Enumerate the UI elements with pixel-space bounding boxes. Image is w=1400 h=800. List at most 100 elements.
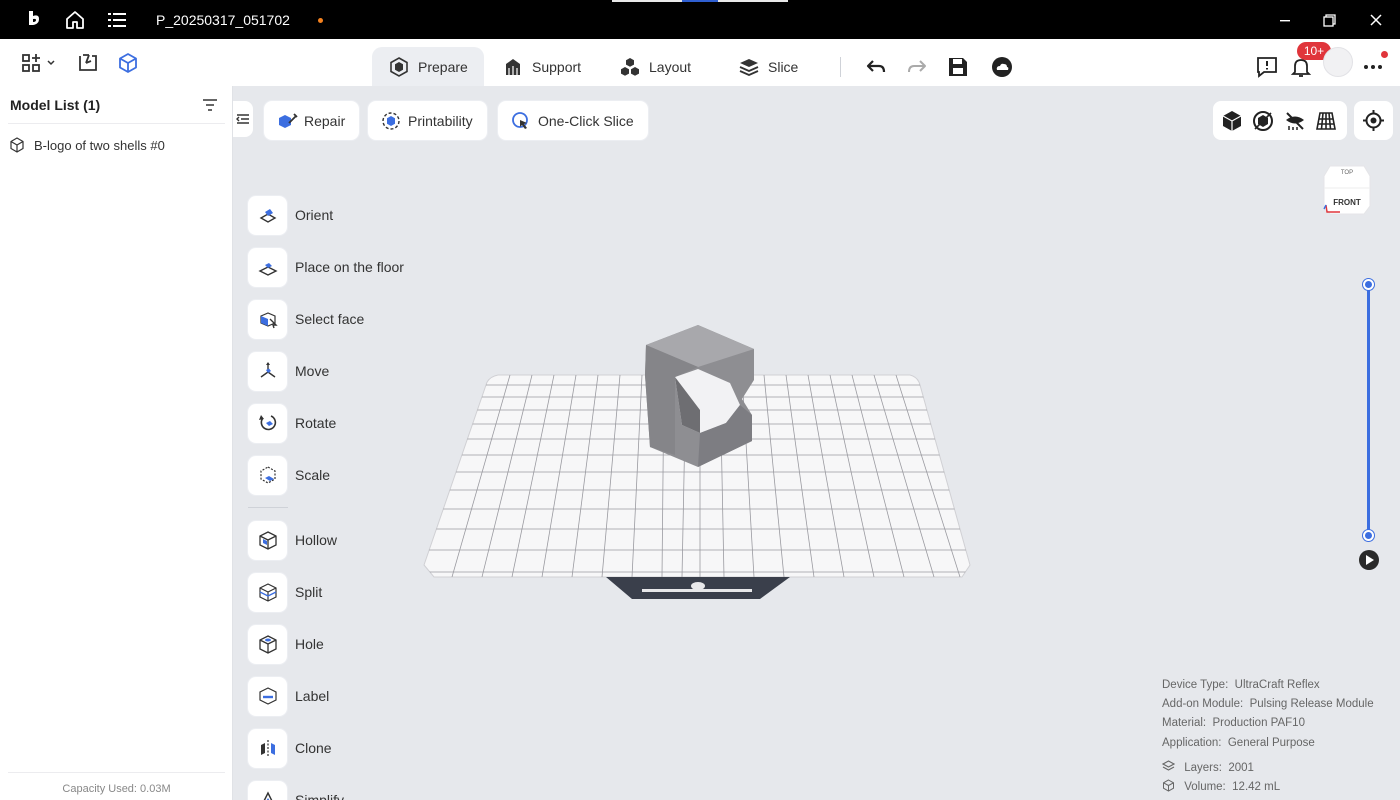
app-logo-icon[interactable]: [24, 9, 44, 29]
navigation-cube[interactable]: TOP FRONT: [1320, 162, 1374, 218]
tab-label: Slice: [768, 58, 799, 75]
platform-base: [606, 577, 790, 599]
model-list-panel: Model List (1) B-logo of two shells #0 C…: [0, 86, 233, 800]
solid-view-icon[interactable]: [1220, 109, 1244, 133]
tool-label: Simplify: [295, 792, 345, 800]
build-platform-viewport[interactable]: [420, 315, 980, 605]
import-icon[interactable]: [76, 51, 100, 75]
layer-slider-bottom-handle[interactable]: [1363, 530, 1374, 541]
tool-label: Move: [295, 363, 330, 379]
tool-label: Scale: [295, 467, 331, 483]
volume-info: Volume: 12.42 mL: [1162, 779, 1280, 793]
collapse-panel-button[interactable]: [233, 101, 253, 137]
simplify-icon: [263, 791, 272, 800]
tab-prepare[interactable]: Prepare: [372, 47, 484, 86]
model-3d: [645, 325, 754, 467]
tool-move[interactable]: Move: [248, 351, 329, 391]
layer-slider-top-handle[interactable]: [1363, 279, 1374, 290]
tools-divider: [248, 507, 288, 508]
grid-platform-icon[interactable]: [1314, 109, 1338, 133]
navcube-front-label: FRONT: [1333, 198, 1361, 207]
hollow-icon: [258, 531, 277, 550]
tool-split[interactable]: Split: [248, 572, 322, 612]
redo-icon[interactable]: [905, 55, 929, 79]
select-face-icon: [259, 312, 278, 329]
tool-simplify[interactable]: Simplify: [248, 780, 344, 800]
tool-label: Select face: [295, 311, 365, 327]
tab-label: Layout: [649, 58, 692, 75]
feedback-icon[interactable]: [1255, 55, 1279, 79]
tab-slice[interactable]: Slice: [738, 47, 798, 86]
tool-hollow[interactable]: Hollow: [248, 520, 337, 560]
volume-value: 12.42 mL: [1232, 781, 1281, 793]
material-info: Material: Production PAF10: [1162, 717, 1305, 729]
home-icon[interactable]: [64, 9, 86, 31]
device-type-info: Device Type: UltraCraft Reflex: [1162, 679, 1320, 691]
panel-footer-divider: [8, 772, 225, 773]
tool-label: Hole: [295, 636, 324, 652]
printability-button[interactable]: Printability: [368, 101, 487, 140]
application-info: Application: General Purpose: [1162, 737, 1315, 749]
tool-clone[interactable]: Clone: [248, 728, 332, 768]
filter-icon[interactable]: [200, 95, 220, 115]
window-drag-indicator[interactable]: [612, 0, 788, 2]
locate-button[interactable]: [1354, 101, 1393, 140]
hole-icon: [258, 635, 277, 654]
tool-label: Label: [295, 688, 330, 704]
scale-icon: [259, 466, 276, 484]
layers-icon: [1161, 760, 1176, 771]
close-icon[interactable]: [1365, 9, 1387, 31]
model-name: B-logo of two shells #0: [34, 137, 165, 153]
save-icon[interactable]: [946, 55, 970, 79]
hide-support-icon[interactable]: [1283, 109, 1307, 133]
apps-grid-icon[interactable]: [20, 51, 58, 75]
slice-icon: [739, 58, 759, 76]
title-bar: P_20250317_051702: [0, 0, 1400, 39]
model-cube-icon: [10, 137, 24, 153]
model-view-icon[interactable]: [116, 51, 140, 75]
tool-orient[interactable]: Orient: [248, 195, 333, 235]
repair-label: Repair: [304, 112, 346, 129]
layers-info: Layers: 2001: [1161, 760, 1254, 774]
view-toggle-group: [1213, 101, 1347, 140]
restore-icon[interactable]: [1318, 9, 1340, 31]
place-floor-icon: [257, 263, 278, 276]
tool-label: Hollow: [295, 532, 338, 548]
unsaved-dot: [318, 18, 323, 23]
tool-label: Place on the floor: [295, 259, 404, 275]
undo-icon[interactable]: [864, 55, 888, 79]
label-icon: [258, 687, 277, 705]
avatar[interactable]: [1323, 47, 1353, 77]
collapse-panel-icon: [236, 114, 249, 124]
tool-select-face[interactable]: Select face: [248, 299, 364, 339]
tool-scale[interactable]: Scale: [248, 455, 330, 495]
more-options-icon[interactable]: [1362, 55, 1386, 79]
cloud-upload-icon[interactable]: [990, 55, 1014, 79]
xray-view-icon[interactable]: [1251, 109, 1275, 133]
prepare-icon: [390, 56, 408, 77]
tool-place-on-floor[interactable]: Place on the floor: [248, 247, 404, 287]
layer-slider-track[interactable]: [1367, 284, 1370, 535]
list-item[interactable]: B-logo of two shells #0: [8, 136, 165, 154]
minimize-icon[interactable]: [1274, 9, 1296, 31]
tab-layout[interactable]: Layout: [619, 47, 691, 86]
main-toolbar: [0, 39, 1400, 86]
orient-icon: [259, 209, 276, 223]
addon-module-info: Add-on Module: Pulsing Release Module: [1162, 698, 1374, 710]
tool-label: Clone: [295, 740, 332, 756]
repair-button[interactable]: Repair: [264, 101, 360, 140]
menu-list-icon[interactable]: [106, 9, 128, 31]
device-type-value: UltraCraft Reflex: [1234, 679, 1320, 691]
navcube-top-label: TOP: [1341, 170, 1353, 176]
one-click-slice-button[interactable]: One-Click Slice: [498, 101, 648, 140]
play-button[interactable]: [1359, 550, 1379, 570]
tool-rotate[interactable]: Rotate: [248, 403, 336, 443]
tab-support[interactable]: Support: [502, 47, 581, 86]
application-value: General Purpose: [1227, 737, 1315, 749]
move-icon: [260, 362, 275, 378]
model-list-title: Model List (1): [10, 97, 101, 113]
tool-hole[interactable]: Hole: [248, 624, 324, 664]
tool-label: Rotate: [295, 415, 337, 431]
one-click-slice-icon: [512, 111, 528, 129]
tool-label[interactable]: Label: [248, 676, 329, 716]
